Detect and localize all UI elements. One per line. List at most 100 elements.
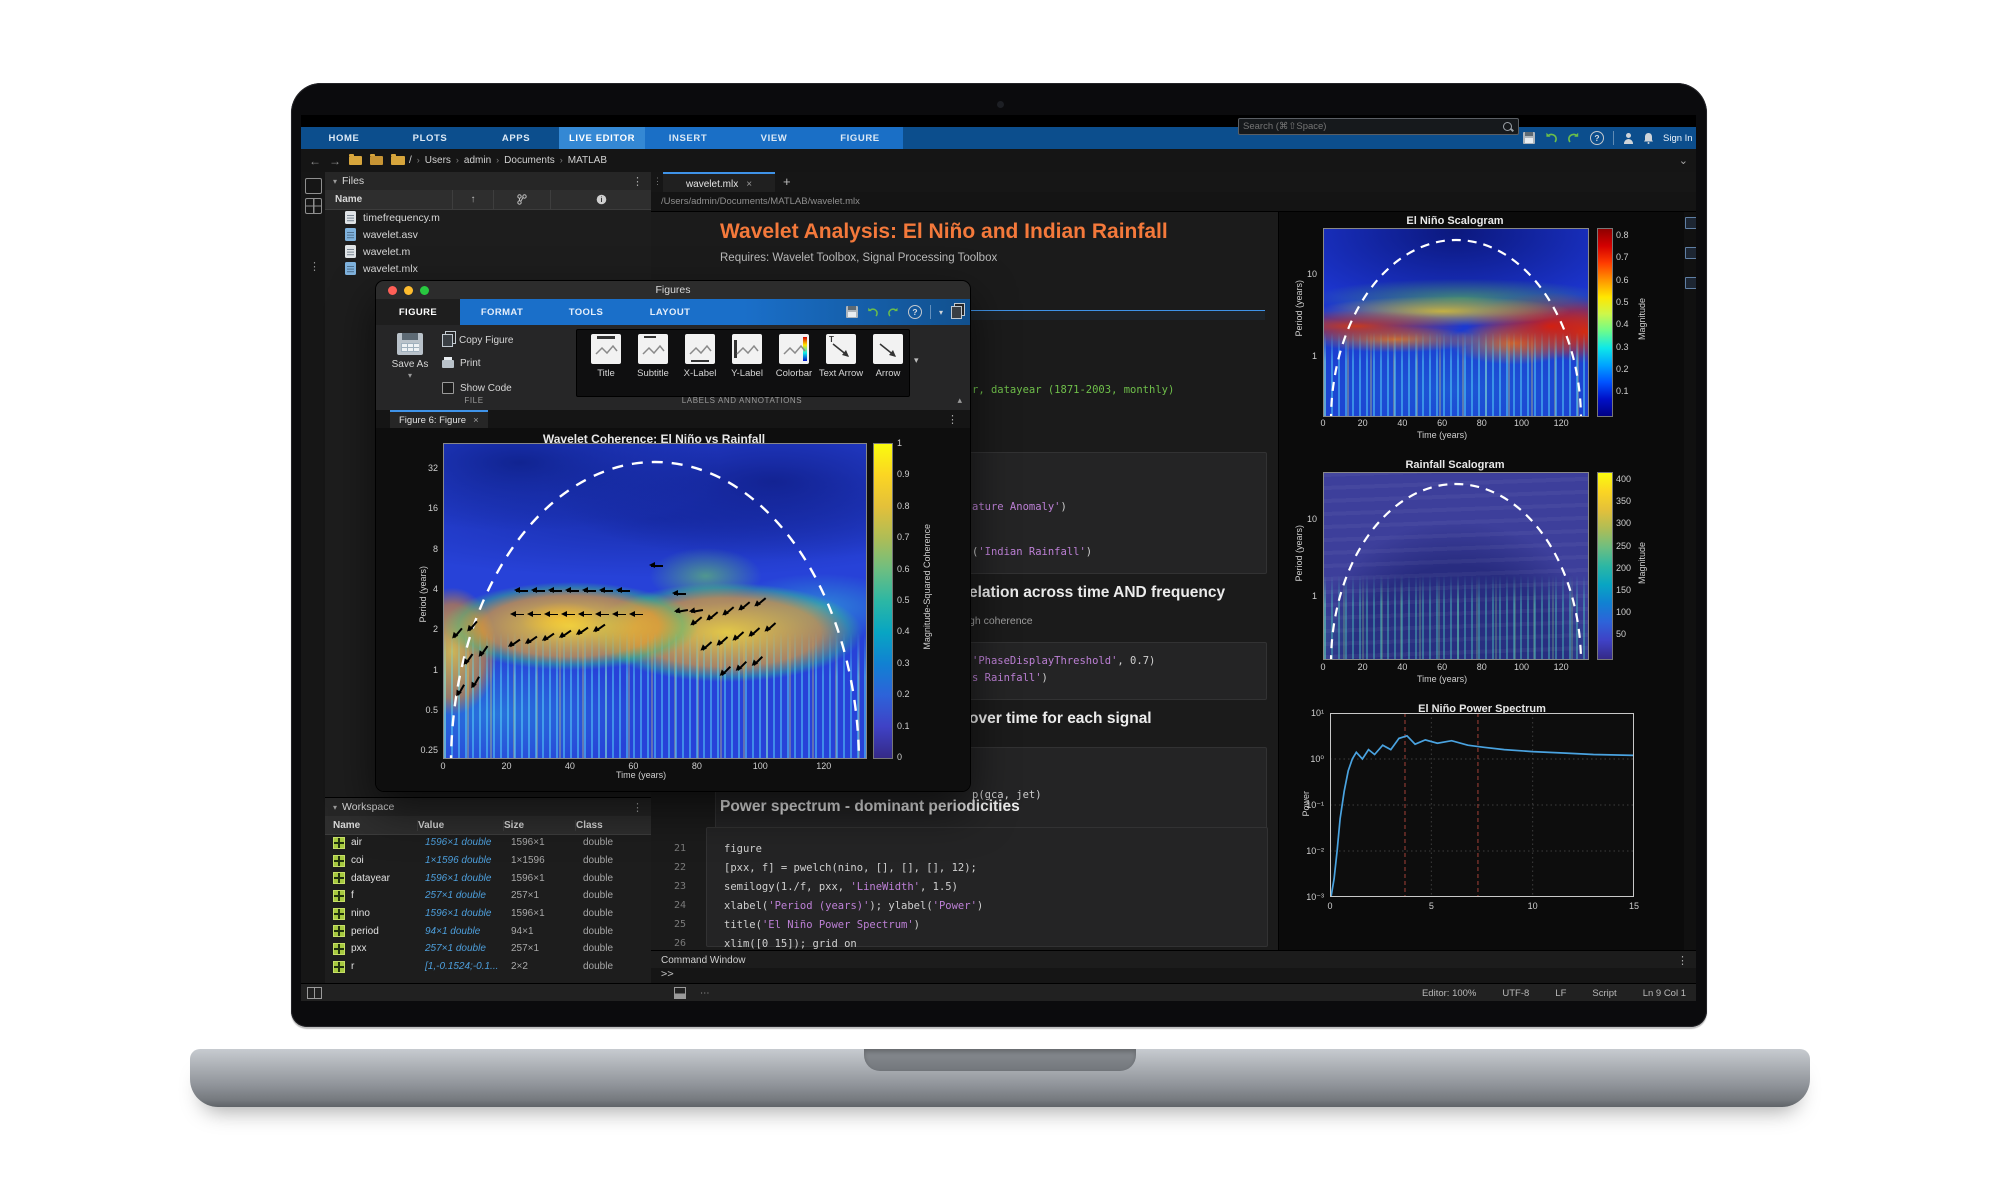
collapse-caret-icon[interactable]: ▾ — [333, 803, 337, 812]
help-icon[interactable]: ? — [908, 305, 922, 319]
gallery-item-arrow[interactable]: Arrow — [865, 334, 911, 379]
kebab-icon[interactable]: ⋮ — [309, 260, 320, 273]
gallery-item-text-arrow[interactable]: TText Arrow — [818, 334, 864, 379]
bell-icon[interactable] — [1643, 132, 1654, 144]
command-window-header[interactable]: Command Window ⋮ — [651, 950, 1696, 970]
figures-tab-figure[interactable]: FIGURE — [376, 299, 460, 325]
chevron-down-icon[interactable]: ⌄ — [1679, 154, 1688, 167]
file-row-wavelet.asv[interactable]: wavelet.asv — [325, 226, 651, 243]
close-icon[interactable]: × — [473, 415, 479, 426]
chevron-down-icon[interactable]: ▾ — [939, 308, 943, 317]
workspace-col-class[interactable]: Class — [575, 820, 641, 831]
layout-strip-icon[interactable] — [305, 198, 322, 214]
figures-tab-format[interactable]: FORMAT — [460, 299, 544, 325]
toolstrip-tab-view[interactable]: VIEW — [731, 127, 817, 149]
workspace-col-name[interactable]: Name — [325, 820, 417, 831]
workspace-column-header[interactable]: NameValueSizeClass — [325, 816, 651, 835]
info-icon[interactable]: i — [550, 190, 651, 209]
print-button[interactable]: Print — [442, 358, 481, 369]
toolstrip-tab-figure[interactable]: FIGURE — [817, 127, 903, 149]
kebab-icon[interactable]: ⋮ — [632, 801, 643, 814]
output-table-icon[interactable] — [1685, 217, 1696, 229]
breadcrumb-segment[interactable]: MATLAB — [568, 155, 607, 166]
git-branch-icon[interactable] — [493, 190, 550, 209]
kebab-icon[interactable]: ⋮ — [947, 413, 958, 426]
collapse-caret-icon[interactable]: ▾ — [333, 177, 337, 186]
workspace-col-value[interactable]: Value — [417, 820, 503, 831]
account-icon[interactable] — [1623, 133, 1634, 144]
save-as-button[interactable]: Save As ▾ — [384, 331, 436, 381]
files-strip-icon[interactable] — [305, 178, 322, 194]
kebab-icon[interactable]: ⋮ — [632, 175, 643, 188]
file-row-wavelet.mlx[interactable]: wavelet.mlx — [325, 260, 651, 277]
status-item[interactable]: LF — [1555, 988, 1566, 999]
checkbox-icon[interactable] — [442, 382, 454, 394]
toolstrip-tab-live-editor[interactable]: LIVE EDITOR — [559, 127, 645, 149]
status-item[interactable]: Editor: 100% — [1422, 988, 1476, 999]
workspace-row-period[interactable]: period94×1 double94×1double — [325, 922, 651, 940]
file-row-timefrequency.m[interactable]: timefrequency.m — [325, 209, 651, 226]
files-column-header[interactable]: Name ↑ i — [325, 190, 651, 210]
zoom-traffic-light[interactable] — [420, 286, 429, 295]
breadcrumb-segment[interactable]: Users — [425, 155, 451, 166]
status-item[interactable]: Script — [1592, 988, 1616, 999]
gallery-item-colorbar[interactable]: Colorbar — [771, 334, 817, 379]
undo-icon[interactable] — [1544, 132, 1558, 144]
file-row-wavelet.m[interactable]: wavelet.m — [325, 243, 651, 260]
workspace-row-datayear[interactable]: datayear1596×1 double1596×1double — [325, 869, 651, 887]
workspace-row-nino[interactable]: nino1596×1 double1596×1double — [325, 905, 651, 923]
toolstrip-tab-home[interactable]: HOME — [301, 127, 387, 149]
gallery-dropdown-icon[interactable]: ▾ — [914, 355, 919, 366]
files-panel-header[interactable]: ▾ Files ⋮ — [325, 172, 651, 191]
redo-icon[interactable] — [1567, 132, 1581, 144]
workspace-row-coi[interactable]: coi1×1596 double1×1596double — [325, 852, 651, 870]
undo-icon[interactable] — [866, 307, 879, 318]
copy-window-icon[interactable] — [951, 306, 962, 319]
sort-asc-icon[interactable]: ↑ — [452, 190, 493, 209]
breadcrumb[interactable]: /›Users›admin›Documents›MATLAB — [409, 155, 607, 166]
figures-tab-layout[interactable]: LAYOUT — [628, 299, 712, 325]
gallery-item-y-label[interactable]: Y-Label — [724, 334, 770, 379]
save-icon[interactable] — [846, 306, 858, 318]
toolstrip-tab-apps[interactable]: APPS — [473, 127, 559, 149]
new-folder-icon[interactable] — [370, 156, 383, 165]
toolstrip-tab-insert[interactable]: INSERT — [645, 127, 731, 149]
command-window-input[interactable]: >> — [651, 968, 1696, 983]
browse-folder-icon[interactable] — [349, 156, 362, 165]
minimize-traffic-light[interactable] — [404, 286, 413, 295]
help-icon[interactable]: ? — [1590, 131, 1604, 145]
figures-tab-tools[interactable]: TOOLS — [544, 299, 628, 325]
workspace-panel-header[interactable]: ▾ Workspace ⋮ — [325, 798, 651, 817]
status-item[interactable]: Ln 9 Col 1 — [1643, 988, 1686, 999]
workspace-row-pxx[interactable]: pxx257×1 double257×1double — [325, 940, 651, 958]
workspace-row-air[interactable]: air1596×1 double1596×1double — [325, 834, 651, 852]
breadcrumb-segment[interactable]: Documents — [504, 155, 555, 166]
figure-doc-tab[interactable]: Figure 6: Figure × — [390, 410, 488, 428]
close-traffic-light[interactable] — [388, 286, 397, 295]
gallery-item-title[interactable]: Title — [583, 334, 629, 379]
kebab-icon[interactable]: ⋮ — [1677, 954, 1688, 967]
close-icon[interactable]: × — [746, 179, 752, 190]
breadcrumb-segment[interactable]: / — [409, 155, 412, 166]
chevron-down-icon[interactable]: ▾ — [408, 371, 412, 380]
show-code-checkbox[interactable]: Show Code — [442, 382, 512, 394]
breadcrumb-segment[interactable]: admin — [464, 155, 491, 166]
new-tab-icon[interactable]: + — [783, 174, 791, 189]
pane-icon[interactable] — [674, 987, 686, 999]
gallery-item-subtitle[interactable]: Subtitle — [630, 334, 676, 379]
output-doc-icon[interactable] — [1685, 277, 1696, 289]
figures-window[interactable]: Figures FIGUREFORMATTOOLSLAYOUT ? ▾ Save… — [376, 281, 970, 791]
redo-icon[interactable] — [887, 307, 900, 318]
collapse-toolstrip-icon[interactable]: ▴ — [957, 395, 962, 406]
save-icon[interactable] — [1523, 132, 1535, 144]
sign-in-button[interactable]: Sign In — [1663, 133, 1693, 144]
search-input[interactable] — [1239, 121, 1503, 132]
workspace-row-r[interactable]: r[1,-0.1524;-0.1...2×2double — [325, 958, 651, 976]
copy-figure-button[interactable]: Copy Figure — [442, 334, 513, 347]
output-image-icon[interactable] — [1685, 247, 1696, 259]
editor-tab-wavelet[interactable]: wavelet.mlx × — [663, 172, 775, 194]
gallery-item-x-label[interactable]: X-Label — [677, 334, 723, 379]
workspace-col-size[interactable]: Size — [503, 820, 575, 831]
workspace-row-f[interactable]: f257×1 double257×1double — [325, 887, 651, 905]
ellipsis-icon[interactable]: ⋯ — [700, 988, 710, 999]
